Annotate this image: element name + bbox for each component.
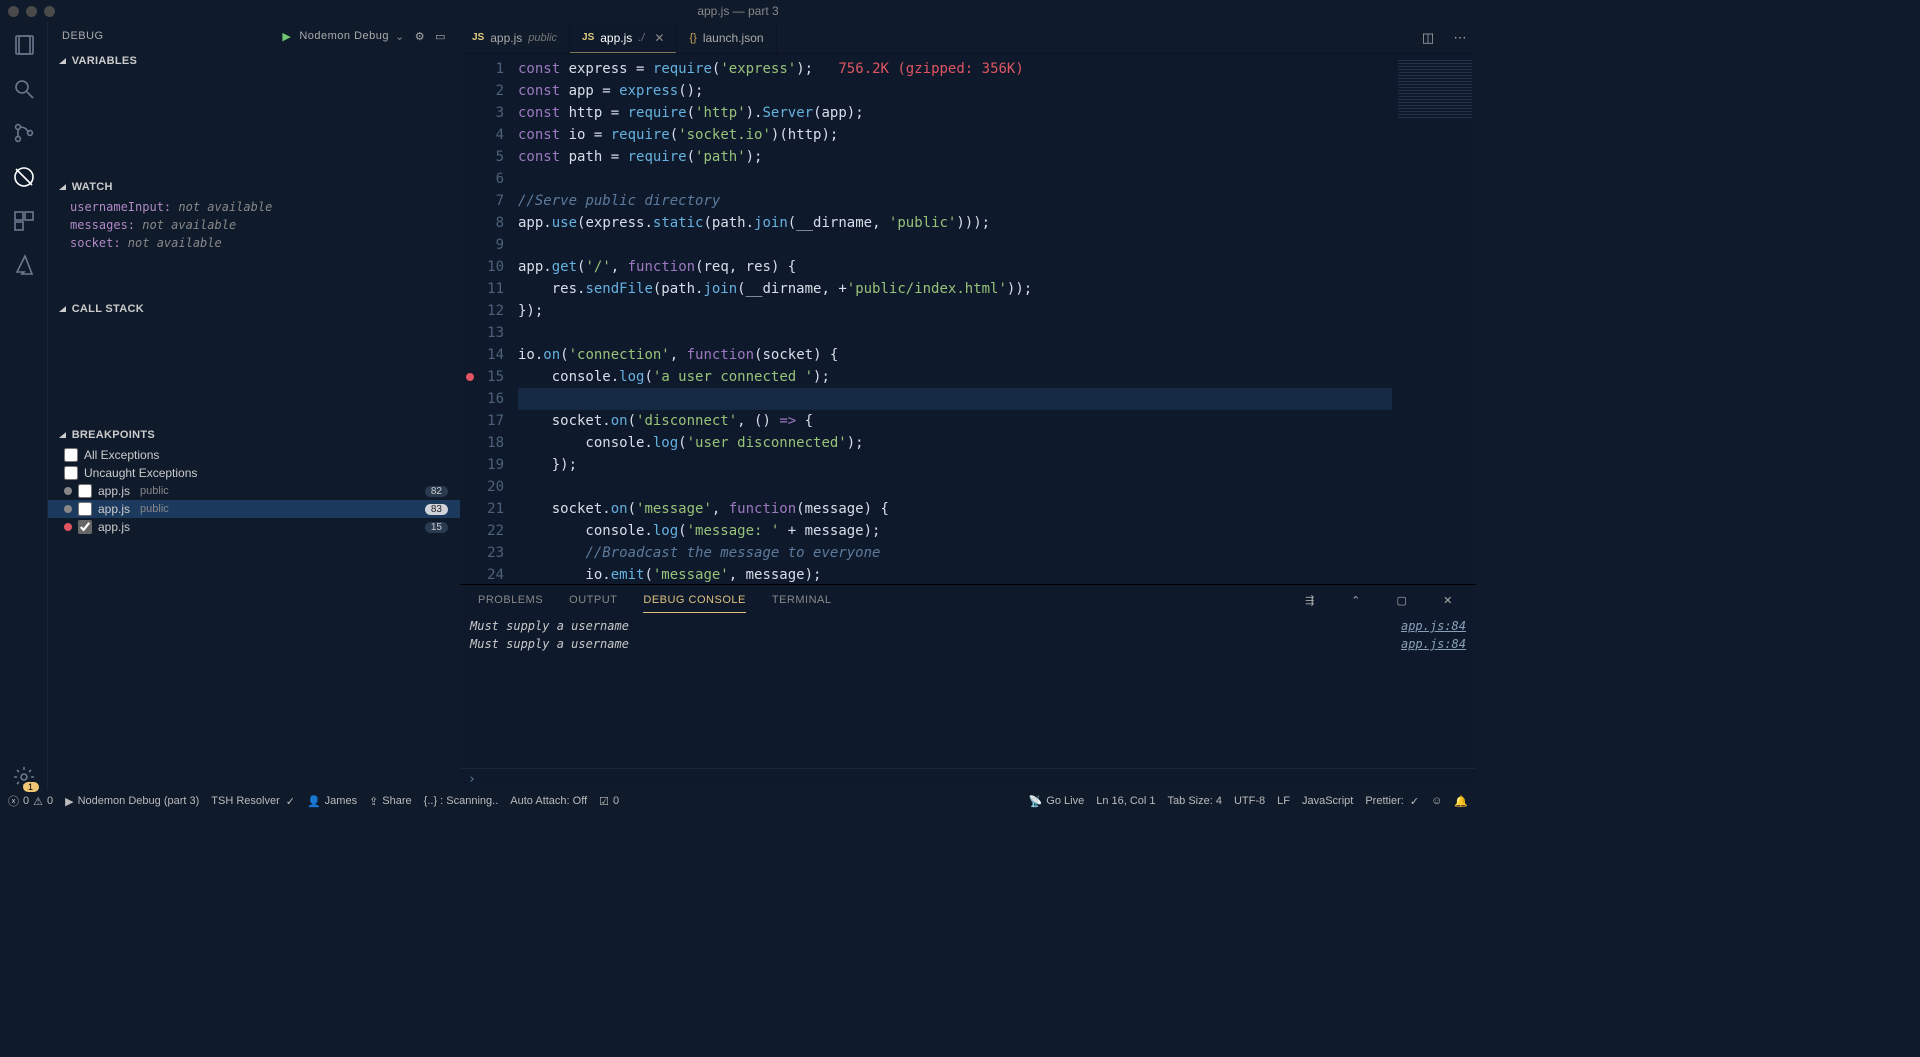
- window-title: app.js — part 3: [697, 4, 778, 18]
- callstack-body: [48, 320, 460, 424]
- status-feedback-icon[interactable]: ☺: [1431, 795, 1442, 807]
- breakpoints-body: All ExceptionsUncaught Exceptionsapp.jsp…: [48, 446, 460, 790]
- debug-console-body[interactable]: Must supply a usernameapp.js:84Must supp…: [460, 615, 1476, 768]
- panel-tab[interactable]: TERMINAL: [772, 588, 832, 612]
- close-panel-icon[interactable]: ✕: [1438, 594, 1458, 607]
- status-errors[interactable]: ⓧ 0 ⚠ 0: [8, 793, 53, 809]
- editor-tab[interactable]: JSapp.jspublic: [460, 22, 570, 53]
- status-eol[interactable]: LF: [1277, 795, 1290, 807]
- section-breakpoints[interactable]: BREAKPOINTS: [48, 424, 460, 446]
- console-source-link[interactable]: app.js:84: [1401, 617, 1466, 635]
- code-body[interactable]: const express = require('express'); 756.…: [518, 54, 1392, 584]
- maximize-panel-icon[interactable]: ▢: [1392, 594, 1412, 607]
- breakpoint-builtin[interactable]: Uncaught Exceptions: [48, 464, 460, 482]
- titlebar: app.js — part 3: [0, 0, 1476, 22]
- start-debug-icon[interactable]: ▶: [282, 30, 291, 43]
- editor-tabs: JSapp.jspublicJSapp.js./✕{}launch.json ◫⋯: [460, 22, 1476, 54]
- status-share[interactable]: ⇪ Share: [369, 795, 412, 808]
- source-control-icon[interactable]: [11, 120, 37, 146]
- section-variables[interactable]: VARIABLES: [48, 50, 460, 72]
- breakpoint-item[interactable]: app.js15: [48, 518, 460, 536]
- status-todo[interactable]: ☑ 0: [599, 795, 619, 808]
- status-debug[interactable]: ▶ Nodemon Debug (part 3): [65, 795, 199, 808]
- explorer-icon[interactable]: [11, 32, 37, 58]
- dropdown-icon[interactable]: ⌄: [395, 30, 405, 43]
- variables-body: [48, 72, 460, 176]
- debug-config-select[interactable]: Nodemon Debug: [299, 30, 389, 42]
- console-row[interactable]: Must supply a usernameapp.js:84: [470, 635, 1466, 653]
- sidebar-title: DEBUG: [62, 30, 104, 42]
- status-user[interactable]: 👤 James: [307, 795, 357, 808]
- status-golive[interactable]: 📡 Go Live: [1029, 795, 1085, 808]
- console-source-link[interactable]: app.js:84: [1401, 635, 1466, 653]
- panel-tabs: PROBLEMS OUTPUT DEBUG CONSOLE TERMINAL ⇶ ⌃ ▢ ✕: [460, 585, 1476, 615]
- watch-item[interactable]: socket: not available: [48, 234, 460, 252]
- configure-gear-icon[interactable]: ⚙: [415, 30, 425, 43]
- extensions-icon[interactable]: [11, 208, 37, 234]
- close-tab-icon[interactable]: ✕: [654, 31, 664, 45]
- search-icon[interactable]: [11, 76, 37, 102]
- breakpoint-item[interactable]: app.jspublic83: [48, 500, 460, 518]
- status-prettier[interactable]: Prettier:: [1365, 795, 1419, 808]
- minimap[interactable]: [1392, 54, 1476, 584]
- code-editor[interactable]: 123456789101112131415161718192021222324 …: [460, 54, 1392, 584]
- status-position[interactable]: Ln 16, Col 1: [1096, 795, 1155, 807]
- more-icon[interactable]: ⋯: [1444, 22, 1476, 53]
- activity-bar: [0, 22, 48, 790]
- minimize-window-icon[interactable]: [26, 6, 37, 17]
- watch-body: usernameInput: not availablemessages: no…: [48, 198, 460, 298]
- watch-item[interactable]: usernameInput: not available: [48, 198, 460, 216]
- sidebar-header: DEBUG ▶ Nodemon Debug ⌄ ⚙ ▭: [48, 22, 460, 50]
- editor-tab[interactable]: {}launch.json: [677, 22, 776, 53]
- settings-gear-icon[interactable]: [11, 764, 37, 790]
- status-encoding[interactable]: UTF-8: [1234, 795, 1265, 807]
- section-watch[interactable]: WATCH: [48, 176, 460, 198]
- bottom-panel: PROBLEMSOUTPUTDEBUG CONSOLETERMINAL⇶⌃▢✕ …: [460, 584, 1476, 790]
- status-bar: ⓧ 0 ⚠ 0 ▶ Nodemon Debug (part 3) TSH Res…: [0, 790, 1476, 812]
- editor-area: JSapp.jspublicJSapp.js./✕{}launch.json ◫⋯…: [460, 22, 1476, 790]
- line-gutter[interactable]: 123456789101112131415161718192021222324: [460, 54, 518, 584]
- watch-item[interactable]: messages: not available: [48, 216, 460, 234]
- panel-tab[interactable]: DEBUG CONSOLE: [643, 588, 745, 613]
- status-bell-icon[interactable]: 🔔: [1454, 795, 1468, 808]
- status-resolver[interactable]: TSH Resolver: [211, 795, 295, 808]
- chevron-up-icon[interactable]: ⌃: [1346, 594, 1366, 607]
- panel-tab[interactable]: OUTPUT: [569, 588, 617, 612]
- console-row[interactable]: Must supply a usernameapp.js:84: [470, 617, 1466, 635]
- maximize-window-icon[interactable]: [44, 6, 55, 17]
- status-language[interactable]: JavaScript: [1302, 795, 1353, 807]
- debug-console-toggle-icon[interactable]: ▭: [435, 30, 446, 43]
- panel-tab[interactable]: PROBLEMS: [478, 588, 543, 612]
- breakpoint-builtin[interactable]: All Exceptions: [48, 446, 460, 464]
- azure-icon[interactable]: [11, 252, 37, 278]
- section-callstack[interactable]: CALL STACK: [48, 298, 460, 320]
- editor-tab[interactable]: JSapp.js./✕: [570, 22, 677, 53]
- breakpoint-item[interactable]: app.jspublic82: [48, 482, 460, 500]
- split-editor-icon[interactable]: ◫: [1412, 22, 1444, 53]
- close-window-icon[interactable]: [8, 6, 19, 17]
- debug-console-input[interactable]: [460, 768, 1476, 790]
- status-scanning[interactable]: {..} : Scanning..: [424, 795, 499, 807]
- filter-icon[interactable]: ⇶: [1300, 594, 1320, 607]
- status-auto-attach[interactable]: Auto Attach: Off: [510, 795, 587, 807]
- status-tabsize[interactable]: Tab Size: 4: [1168, 795, 1222, 807]
- window-controls: [8, 6, 55, 17]
- debug-icon[interactable]: [11, 164, 37, 190]
- debug-sidebar: DEBUG ▶ Nodemon Debug ⌄ ⚙ ▭ VARIABLES WA…: [48, 22, 460, 790]
